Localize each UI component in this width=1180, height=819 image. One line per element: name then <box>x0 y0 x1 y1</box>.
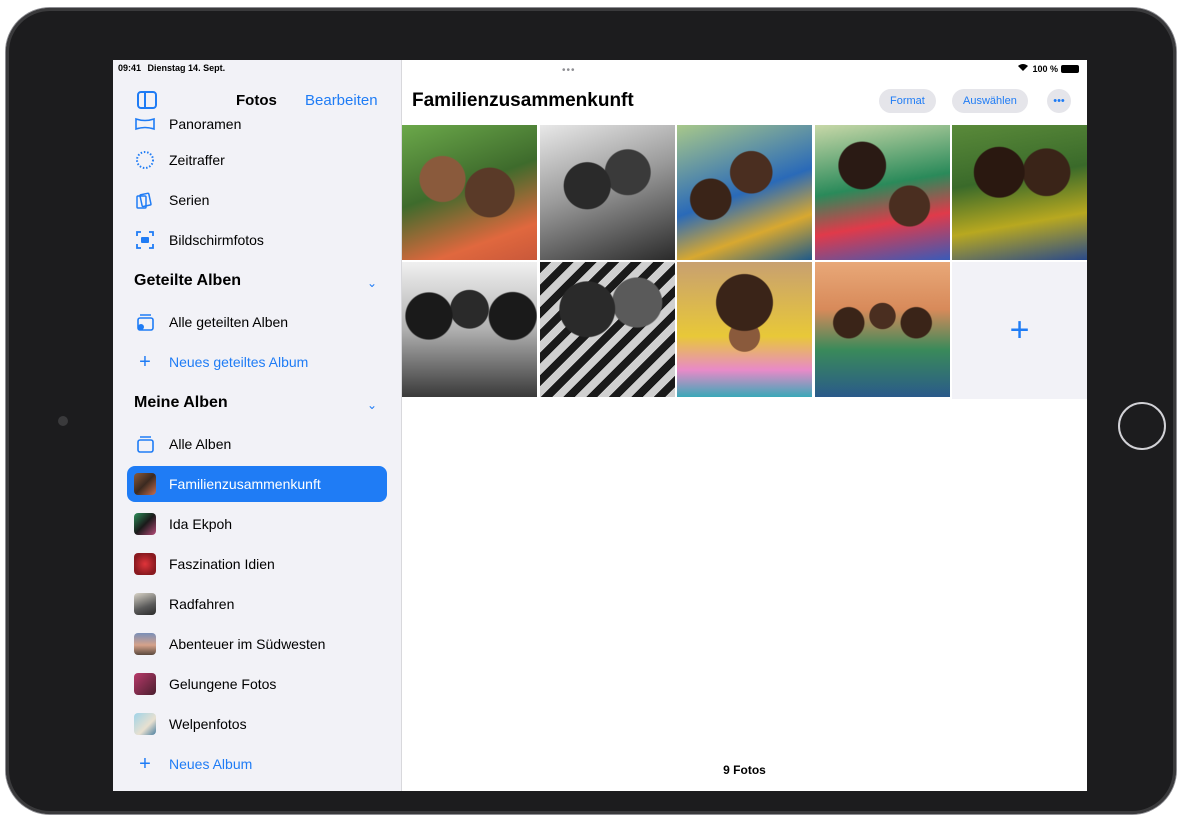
photo-count: 9 Fotos <box>723 763 766 777</box>
album-thumbnail <box>133 712 157 736</box>
sidebar-item-label: Alle Alben <box>169 436 232 452</box>
status-bar-left: 09:41 Dienstag 14. Sept. <box>118 63 229 73</box>
front-camera <box>58 416 68 426</box>
photo-thumbnail[interactable] <box>677 262 812 397</box>
sidebar-item-label: Zeitraffer <box>169 152 225 168</box>
battery-icon <box>1061 64 1079 73</box>
sidebar-item-label: Bildschirmfotos <box>169 232 264 248</box>
format-button[interactable]: Format <box>879 89 936 113</box>
panorama-icon <box>133 112 157 136</box>
more-button[interactable]: ••• <box>1047 89 1071 113</box>
sidebar-item-label: Neues geteiltes Album <box>169 354 309 370</box>
sidebar-item-bildschirmfotos[interactable]: Bildschirmfotos <box>127 222 387 258</box>
chevron-down-icon[interactable]: ⌄ <box>367 276 377 290</box>
timelapse-icon <box>133 148 157 172</box>
ipad-frame: 09:41 Dienstag 14. Sept. Fotos Bearbeite… <box>6 8 1176 814</box>
sidebar-item-serien[interactable]: Serien <box>127 182 387 218</box>
sidebar: 09:41 Dienstag 14. Sept. Fotos Bearbeite… <box>113 60 402 791</box>
sidebar-item-zeitraffer[interactable]: Zeitraffer <box>127 142 387 178</box>
new-shared-album-button[interactable]: + Neues geteiltes Album <box>127 344 387 380</box>
sidebar-item-radfahren[interactable]: Radfahren <box>127 586 387 622</box>
photo-thumbnail[interactable] <box>540 125 675 260</box>
sidebar-item-all-albums[interactable]: Alle Alben <box>127 426 387 462</box>
sidebar-item-panoramen[interactable]: Panoramen <box>127 106 387 142</box>
photo-thumbnail[interactable] <box>952 125 1087 260</box>
sidebar-item-familienzusammenkunft[interactable]: Familienzusammenkunft <box>127 466 387 502</box>
sidebar-item-faszination-idien[interactable]: Faszination Idien <box>127 546 387 582</box>
photo-grid: + <box>402 125 1087 399</box>
home-button[interactable] <box>1118 402 1166 450</box>
status-date: Dienstag 14. Sept. <box>147 63 226 73</box>
status-bar-right: 100 % <box>1017 63 1079 74</box>
sidebar-item-gelungene-fotos[interactable]: Gelungene Fotos <box>127 666 387 702</box>
plus-icon: + <box>1009 311 1030 349</box>
section-header-my-albums: Meine Alben <box>134 394 228 411</box>
albums-stack-icon <box>133 432 157 456</box>
new-album-button[interactable]: + Neues Album <box>127 746 387 782</box>
album-thumbnail <box>133 592 157 616</box>
screenshot-icon <box>133 228 157 252</box>
burst-icon <box>133 188 157 212</box>
status-time: 09:41 <box>118 63 142 73</box>
photo-thumbnail[interactable] <box>540 262 675 397</box>
sidebar-item-ida-ekpoh[interactable]: Ida Ekpoh <box>127 506 387 542</box>
multitasking-dots[interactable]: ••• <box>562 65 576 76</box>
album-thumbnail <box>133 632 157 656</box>
album-thumbnail <box>133 672 157 696</box>
album-content: ••• 100 % Familienzusammenkunft Format A… <box>402 60 1087 791</box>
select-button[interactable]: Auswählen <box>952 89 1028 113</box>
album-thumbnail <box>133 552 157 576</box>
photo-thumbnail[interactable] <box>402 262 537 397</box>
sidebar-item-label: Serien <box>169 192 210 208</box>
sidebar-item-label: Gelungene Fotos <box>169 676 277 692</box>
battery-percent: 100 % <box>1032 63 1058 74</box>
sidebar-item-label: Faszination Idien <box>169 556 275 572</box>
album-title: Familienzusammenkunft <box>412 90 634 111</box>
sidebar-item-label: Radfahren <box>169 596 235 612</box>
sidebar-item-label: Familienzusammenkunft <box>169 476 321 492</box>
sidebar-item-label: Ida Ekpoh <box>169 516 233 532</box>
sidebar-item-all-shared-albums[interactable]: Alle geteilten Alben <box>127 304 387 340</box>
sidebar-item-welpenfotos[interactable]: Welpenfotos <box>127 706 387 742</box>
album-thumbnail <box>133 472 157 496</box>
sidebar-item-label: Welpenfotos <box>169 716 247 732</box>
sidebar-item-abenteuer-im-suedwesten[interactable]: Abenteuer im Südwesten <box>127 626 387 662</box>
photo-thumbnail[interactable] <box>815 262 950 397</box>
plus-icon: + <box>139 752 151 775</box>
shared-albums-icon <box>133 310 157 334</box>
wifi-icon <box>1017 63 1029 74</box>
chevron-down-icon[interactable]: ⌄ <box>367 398 377 412</box>
sidebar-item-label: Abenteuer im Südwesten <box>169 636 326 652</box>
add-photo-button[interactable]: + <box>952 262 1087 399</box>
photo-thumbnail[interactable] <box>402 125 537 260</box>
sidebar-item-label: Panoramen <box>169 116 242 132</box>
album-thumbnail <box>133 512 157 536</box>
screen: 09:41 Dienstag 14. Sept. Fotos Bearbeite… <box>113 60 1087 791</box>
sidebar-item-label: Alle geteilten Alben <box>169 314 289 330</box>
section-header-shared-albums: Geteilte Alben <box>134 272 241 289</box>
plus-icon: + <box>139 350 151 373</box>
photo-thumbnail[interactable] <box>677 125 812 260</box>
photo-thumbnail[interactable] <box>815 125 950 260</box>
sidebar-item-label: Neues Album <box>169 756 253 772</box>
